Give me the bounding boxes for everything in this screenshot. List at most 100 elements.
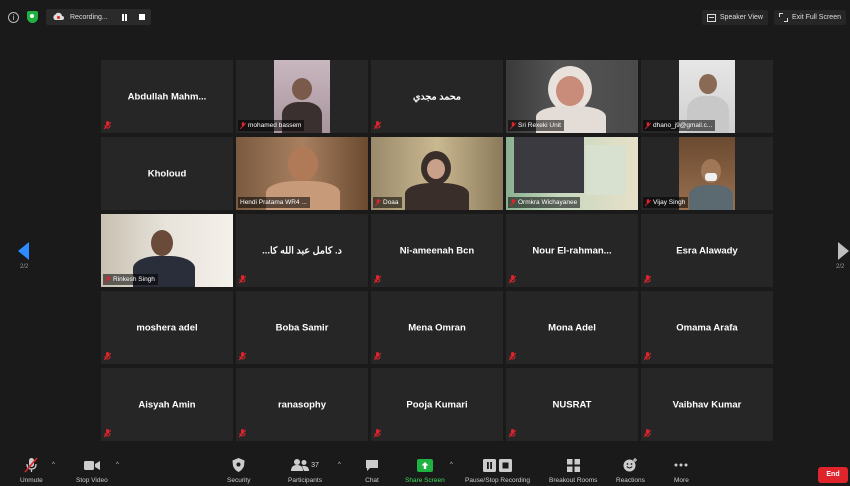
stop-recording-icon[interactable] <box>138 14 145 20</box>
exit-full-screen-button[interactable]: Exit Full Screen <box>773 10 846 25</box>
speaker-view-label: Speaker View <box>719 14 763 21</box>
participant-tile[interactable]: Abdullah Mahm... <box>101 60 233 133</box>
muted-mic-icon <box>374 121 381 130</box>
participant-tile[interactable]: Omama Arafa <box>641 291 773 364</box>
participant-tile-video[interactable]: Doaa <box>371 137 503 210</box>
participant-name: Rinkesh Singh <box>113 276 155 283</box>
video-options-caret-icon[interactable]: ^ <box>116 462 119 468</box>
participant-tile[interactable]: Esra Alawady <box>641 214 773 287</box>
participant-name: Aisyah Amin <box>138 399 196 410</box>
muted-mic-icon <box>374 198 382 207</box>
breakout-rooms-button[interactable]: Breakout Rooms <box>549 456 597 484</box>
participant-tile[interactable]: moshera adel <box>101 291 233 364</box>
page-indicator-right: 2/2 <box>836 264 845 270</box>
video-camera-icon <box>83 456 100 474</box>
participant-tile[interactable]: ranasophy <box>236 368 368 441</box>
shield-icon[interactable] <box>27 11 38 23</box>
security-button[interactable]: Security <box>227 456 250 484</box>
participant-name: ranasophy <box>277 399 327 410</box>
reactions-label: Reactions <box>616 477 645 484</box>
participant-name: Pooja Kumari <box>406 399 468 410</box>
next-page-arrow-icon[interactable] <box>838 242 849 260</box>
participant-tile-video[interactable]: mohamed bassem <box>236 60 368 133</box>
participant-tile-video[interactable]: Hendi Pratama WR4 ... <box>236 137 368 210</box>
participant-tile[interactable]: Ni-ameenah Bcn <box>371 214 503 287</box>
stop-video-label: Stop Video <box>76 477 108 484</box>
pause-stop-recording-button[interactable]: Pause/Stop Recording <box>465 456 530 484</box>
page-indicator-left: 2/2 <box>20 264 29 270</box>
muted-mic-icon <box>104 275 112 284</box>
more-button[interactable]: More <box>674 456 689 484</box>
muted-mic-icon <box>509 121 517 130</box>
muted-mic-icon <box>374 275 381 284</box>
participant-tile[interactable]: Boba Samir <box>236 291 368 364</box>
participant-name: moshera adel <box>136 322 198 333</box>
participant-tile-video[interactable]: dhano_j9@gmail.c... <box>641 60 773 133</box>
muted-mic-icon <box>509 275 516 284</box>
muted-mic-icon <box>104 121 111 130</box>
participant-name: ...د. كامل عبد الله كا <box>262 245 342 256</box>
participant-tile[interactable]: Kholoud <box>101 137 233 210</box>
participant-tile-video[interactable]: Rinkesh Singh <box>101 214 233 287</box>
chat-bubble-icon <box>365 456 379 474</box>
cloud-record-icon <box>52 12 64 22</box>
participant-tile[interactable]: محمد مجدي <box>371 60 503 133</box>
participant-tile[interactable]: Mona Adel <box>506 291 638 364</box>
participant-name-label: Ormkra Wichayanee <box>508 197 581 208</box>
muted-mic-icon <box>644 352 651 361</box>
stop-video-button[interactable]: Stop Video <box>76 456 108 484</box>
participants-options-caret-icon[interactable]: ^ <box>338 462 341 468</box>
muted-mic-icon <box>374 352 381 361</box>
participant-name: Ormkra Wichayanee <box>518 199 578 206</box>
participant-tile[interactable]: ...د. كامل عبد الله كا <box>236 214 368 287</box>
pause-stop-recording-label: Pause/Stop Recording <box>465 477 531 484</box>
participant-tile[interactable]: Mena Omran <box>371 291 503 364</box>
participant-tile[interactable]: Pooja Kumari <box>371 368 503 441</box>
participant-name: Mona Adel <box>548 322 596 333</box>
speaker-view-button[interactable]: Speaker View <box>701 10 768 25</box>
participant-tile[interactable]: Vaibhav Kumar <box>641 368 773 441</box>
participants-icon: 37 <box>291 456 319 474</box>
muted-mic-icon <box>644 121 652 130</box>
share-screen-label: Share Screen <box>405 477 445 484</box>
participant-tile[interactable]: Aisyah Amin <box>101 368 233 441</box>
participant-tile-video[interactable]: Sri Rexeki Unit <box>506 60 638 133</box>
audio-options-caret-icon[interactable]: ^ <box>52 462 55 468</box>
end-meeting-button[interactable]: End <box>818 467 848 483</box>
share-options-caret-icon[interactable]: ^ <box>450 462 453 468</box>
participant-tile-video[interactable]: Ormkra Wichayanee <box>506 137 638 210</box>
participant-name: Sri Rexeki Unit <box>518 122 561 129</box>
unmute-label: Unmute <box>20 477 43 484</box>
participant-name: Kholoud <box>147 168 187 179</box>
muted-mic-icon <box>509 352 516 361</box>
participant-name: dhano_j9@gmail.c... <box>653 122 713 129</box>
meeting-toolbar: Unmute ^ Stop Video ^ Security 37 Partic… <box>0 452 850 486</box>
muted-mic-icon <box>239 429 246 438</box>
chat-button[interactable]: Chat <box>365 456 379 484</box>
gallery-grid: Abdullah Mahm... mohamed bassem محمد مجد… <box>101 60 773 441</box>
participant-name: Nour El-rahman... <box>532 245 612 256</box>
top-left-group: i Recording... <box>8 9 151 25</box>
participant-name-label: Sri Rexeki Unit <box>508 120 564 131</box>
pause-recording-icon[interactable] <box>121 13 127 21</box>
info-icon[interactable]: i <box>8 11 19 23</box>
unmute-button[interactable]: Unmute <box>20 456 43 484</box>
security-shield-icon <box>232 456 245 474</box>
previous-page-arrow-icon[interactable] <box>18 242 29 260</box>
participant-tile[interactable]: Nour El-rahman... <box>506 214 638 287</box>
reactions-button[interactable]: Reactions <box>616 456 645 484</box>
muted-microphone-icon <box>24 456 38 474</box>
participant-name-label: mohamed bassem <box>238 120 305 131</box>
exit-full-screen-icon <box>778 13 788 22</box>
participant-tile-video[interactable]: Vijay Singh <box>641 137 773 210</box>
participant-name: Hendi Pratama WR4 ... <box>240 199 307 206</box>
muted-mic-icon <box>509 198 517 207</box>
participant-name: Boba Samir <box>275 322 329 333</box>
muted-mic-icon <box>104 352 111 361</box>
share-screen-button[interactable]: Share Screen <box>405 456 445 484</box>
participants-button[interactable]: 37 Participants <box>288 456 322 484</box>
participant-tile[interactable]: NUSRAT <box>506 368 638 441</box>
participant-name: Esra Alawady <box>676 245 738 256</box>
participant-name: Abdullah Mahm... <box>127 91 207 102</box>
muted-mic-icon <box>644 198 652 207</box>
